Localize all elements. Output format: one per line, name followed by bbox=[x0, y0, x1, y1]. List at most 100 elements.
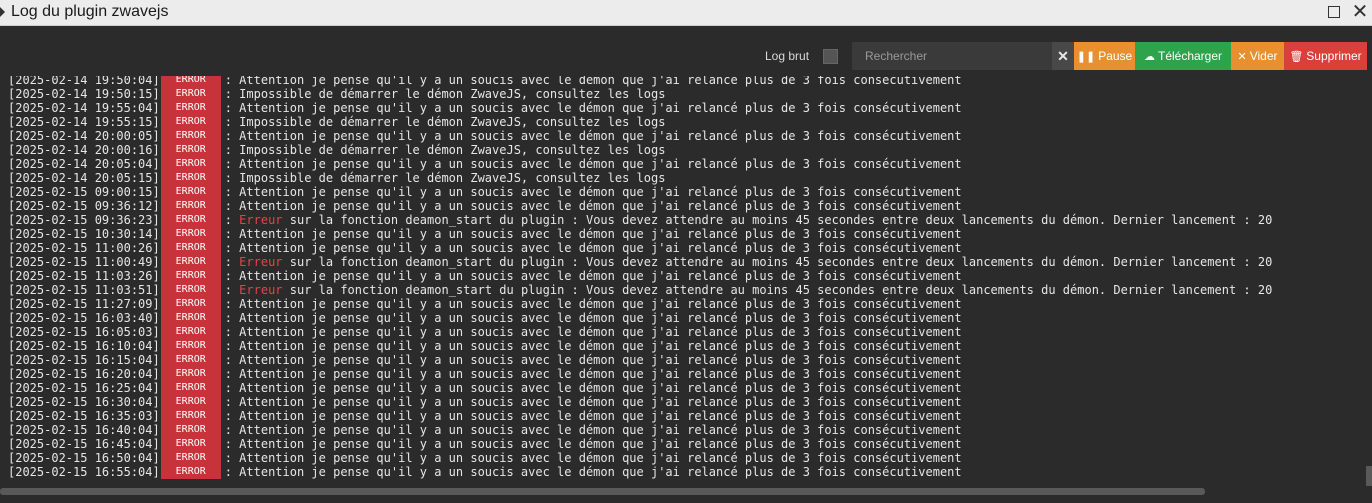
log-level-badge: ERROR bbox=[160, 227, 221, 241]
log-level-badge: ERROR bbox=[160, 129, 221, 143]
log-line: [2025-02-15 16:40:04] ERROR: Attention je… bbox=[8, 423, 1372, 437]
log-line: [2025-02-15 09:00:15] ERROR: Attention je… bbox=[8, 185, 1372, 199]
log-message: : Attention je pense qu'il y a un soucis… bbox=[224, 241, 962, 255]
trash-icon: 🗑 bbox=[1289, 51, 1304, 63]
log-line: [2025-02-14 20:00:05] ERROR: Attention je… bbox=[8, 129, 1372, 143]
log-timestamp: [2025-02-14 19:55:04] bbox=[8, 101, 160, 115]
log-timestamp: [2025-02-15 16:50:04] bbox=[8, 451, 160, 465]
maximize-button[interactable] bbox=[1324, 2, 1344, 22]
log-level-badge: ERROR bbox=[160, 87, 221, 101]
log-timestamp: [2025-02-14 19:55:15] bbox=[8, 115, 160, 129]
clear-log-button[interactable]: ✕ Vider bbox=[1231, 42, 1284, 70]
log-message: : Attention je pense qu'il y a un soucis… bbox=[224, 76, 962, 87]
clear-search-button[interactable]: ✕ bbox=[1052, 42, 1074, 70]
log-error-word: Erreur bbox=[239, 213, 283, 227]
log-level-badge: ERROR bbox=[160, 409, 221, 423]
log-message: : Impossible de démarrer le démon ZwaveJ… bbox=[224, 87, 666, 101]
log-level-badge: ERROR bbox=[160, 213, 221, 227]
log-timestamp: [2025-02-15 09:36:12] bbox=[8, 199, 160, 213]
log-toolbar: Log brut ✕ ❚❚Pause ☁Télécharger ✕Vider 🗑… bbox=[0, 26, 1372, 76]
log-line: [2025-02-15 16:05:03] ERROR: Attention je… bbox=[8, 325, 1372, 339]
log-timestamp: [2025-02-14 19:50:15] bbox=[8, 87, 160, 101]
log-line: [2025-02-15 16:30:04] ERROR: Attention je… bbox=[8, 395, 1372, 409]
log-message: : Attention je pense qu'il y a un soucis… bbox=[224, 269, 962, 283]
log-timestamp: [2025-02-15 11:03:51] bbox=[8, 283, 160, 297]
log-message: sur la fonction deamon_start du plugin :… bbox=[282, 213, 1273, 227]
log-level-badge: ERROR bbox=[160, 255, 221, 269]
log-timestamp: [2025-02-15 16:40:04] bbox=[8, 423, 160, 437]
close-button[interactable]: ✕ bbox=[1350, 2, 1370, 22]
download-label: Télécharger bbox=[1157, 49, 1223, 63]
log-line: [2025-02-15 16:25:04] ERROR: Attention je… bbox=[8, 381, 1372, 395]
log-line: [2025-02-14 19:50:04] ERROR: Attention je… bbox=[8, 76, 1372, 87]
log-level-badge: ERROR bbox=[160, 171, 221, 185]
horizontal-scrollbar[interactable] bbox=[0, 488, 1205, 495]
clear-search-icon: ✕ bbox=[1057, 48, 1069, 64]
log-message: : Attention je pense qu'il y a un soucis… bbox=[224, 423, 962, 437]
log-timestamp: [2025-02-14 20:05:15] bbox=[8, 171, 160, 185]
log-message: : Attention je pense qu'il y a un soucis… bbox=[224, 157, 962, 171]
log-timestamp: [2025-02-15 10:30:14] bbox=[8, 227, 160, 241]
log-level-badge: ERROR bbox=[160, 269, 221, 283]
collapse-arrow-icon[interactable] bbox=[0, 7, 5, 17]
log-timestamp: [2025-02-15 16:30:04] bbox=[8, 395, 160, 409]
log-level-badge: ERROR bbox=[160, 157, 221, 171]
log-level-badge: ERROR bbox=[160, 143, 221, 157]
log-timestamp: [2025-02-14 20:05:04] bbox=[8, 157, 160, 171]
log-message: : Attention je pense qu'il y a un soucis… bbox=[224, 381, 962, 395]
log-message: : Attention je pense qu'il y a un soucis… bbox=[224, 465, 962, 479]
close-icon: ✕ bbox=[1351, 1, 1369, 23]
times-icon: ✕ bbox=[1237, 51, 1247, 63]
log-line: [2025-02-15 09:36:23] ERROR: Erreur sur l… bbox=[8, 213, 1372, 227]
log-line: [2025-02-15 16:20:04] ERROR: Attention je… bbox=[8, 367, 1372, 381]
log-level-badge: ERROR bbox=[160, 437, 221, 451]
log-separator: : bbox=[224, 283, 240, 297]
log-timestamp: [2025-02-15 16:20:04] bbox=[8, 367, 160, 381]
vertical-scrollbar[interactable] bbox=[1366, 466, 1372, 486]
delete-log-label: Supprimer bbox=[1306, 49, 1362, 63]
log-brut-checkbox[interactable] bbox=[823, 49, 838, 64]
log-line: [2025-02-15 09:36:12] ERROR: Attention je… bbox=[8, 199, 1372, 213]
pause-label: Pause bbox=[1098, 49, 1133, 63]
log-line: [2025-02-14 20:00:16] ERROR: Impossible d… bbox=[8, 143, 1372, 157]
log-timestamp: [2025-02-15 16:15:04] bbox=[8, 353, 160, 367]
log-level-badge: ERROR bbox=[160, 353, 221, 367]
log-message: sur la fonction deamon_start du plugin :… bbox=[282, 255, 1273, 269]
log-timestamp: [2025-02-15 11:27:09] bbox=[8, 297, 160, 311]
log-content[interactable]: [2025-02-14 19:50:04] ERROR: Attention je… bbox=[0, 76, 1372, 486]
log-error-word: Erreur bbox=[239, 283, 283, 297]
log-message: : Attention je pense qu'il y a un soucis… bbox=[224, 297, 962, 311]
log-timestamp: [2025-02-14 19:50:04] bbox=[8, 76, 160, 87]
log-message: : Attention je pense qu'il y a un soucis… bbox=[224, 409, 962, 423]
delete-log-button[interactable]: 🗑 Supprimer bbox=[1284, 42, 1367, 70]
log-message: sur la fonction deamon_start du plugin :… bbox=[282, 283, 1273, 297]
maximize-icon bbox=[1328, 6, 1340, 18]
log-level-badge: ERROR bbox=[160, 465, 221, 479]
log-message: : Attention je pense qu'il y a un soucis… bbox=[224, 311, 962, 325]
log-level-badge: ERROR bbox=[160, 101, 221, 115]
search-input[interactable] bbox=[852, 42, 1052, 70]
log-line: [2025-02-15 11:03:51] ERROR: Erreur sur l… bbox=[8, 283, 1372, 297]
log-message: : Attention je pense qu'il y a un soucis… bbox=[224, 101, 962, 115]
log-line: [2025-02-15 11:00:26] ERROR: Attention je… bbox=[8, 241, 1372, 255]
log-error-word: Erreur bbox=[239, 255, 283, 269]
log-line: [2025-02-15 16:55:04] ERROR: Attention je… bbox=[8, 465, 1372, 479]
log-message: : Attention je pense qu'il y a un soucis… bbox=[224, 199, 962, 213]
log-line: [2025-02-15 11:03:26] ERROR: Attention je… bbox=[8, 269, 1372, 283]
log-line: [2025-02-14 19:55:04] ERROR: Attention je… bbox=[8, 101, 1372, 115]
pause-button[interactable]: ❚❚ Pause bbox=[1074, 42, 1135, 70]
log-level-badge: ERROR bbox=[160, 395, 221, 409]
log-level-badge: ERROR bbox=[160, 115, 221, 129]
log-message: : Impossible de démarrer le démon ZwaveJ… bbox=[224, 115, 666, 129]
log-timestamp: [2025-02-15 09:00:15] bbox=[8, 185, 160, 199]
window-titlebar: Log du plugin zwavejs ✕ bbox=[0, 0, 1372, 26]
log-line: [2025-02-15 11:27:09] ERROR: Attention je… bbox=[8, 297, 1372, 311]
log-line: [2025-02-15 16:15:04] ERROR: Attention je… bbox=[8, 353, 1372, 367]
log-level-badge: ERROR bbox=[160, 423, 221, 437]
download-button[interactable]: ☁ Télécharger bbox=[1135, 42, 1231, 70]
log-timestamp: [2025-02-14 20:00:05] bbox=[8, 129, 160, 143]
log-message: : Attention je pense qu'il y a un soucis… bbox=[224, 129, 962, 143]
log-level-badge: ERROR bbox=[160, 367, 221, 381]
log-level-badge: ERROR bbox=[160, 241, 221, 255]
log-level-badge: ERROR bbox=[160, 451, 221, 465]
